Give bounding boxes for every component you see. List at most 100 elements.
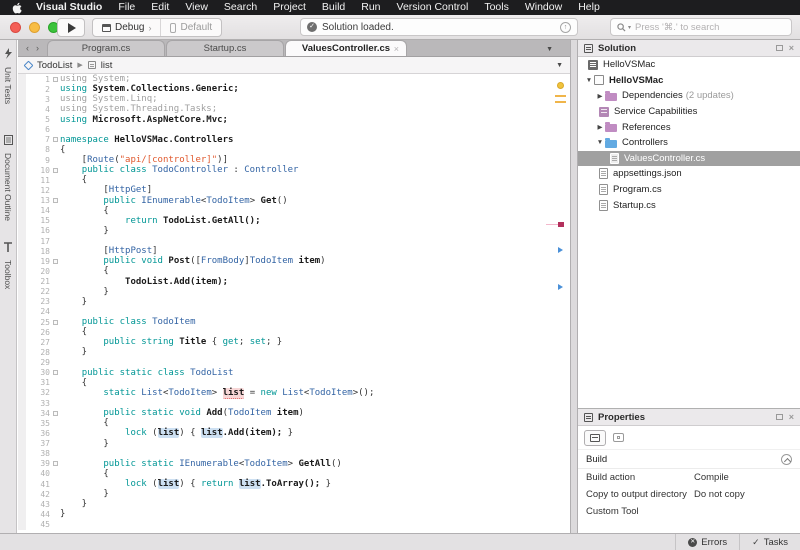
- breakpoint-margin[interactable]: [18, 337, 26, 348]
- tree-item-hellovsmac[interactable]: HelloVSMac: [578, 57, 800, 73]
- bookmark-marker-icon[interactable]: [558, 247, 563, 253]
- events-view-icon[interactable]: [613, 433, 624, 442]
- tree-item-dependencies[interactable]: ▶ Dependencies (2 updates): [578, 88, 800, 104]
- breakpoint-margin[interactable]: [18, 266, 26, 277]
- dock-pad-icon[interactable]: [775, 45, 783, 51]
- panel-splitter[interactable]: [570, 40, 578, 533]
- fold-toggle-icon[interactable]: [52, 461, 58, 467]
- breakpoint-margin[interactable]: [18, 155, 26, 166]
- menu-edit[interactable]: Edit: [143, 0, 177, 15]
- breakpoint-margin[interactable]: [18, 195, 26, 206]
- breakpoint-margin[interactable]: [18, 74, 26, 85]
- tree-item-valuescontroller-cs[interactable]: ValuesController.cs: [578, 150, 800, 167]
- tree-item-startup-cs[interactable]: Startup.cs: [578, 197, 800, 213]
- breakpoint-margin[interactable]: [18, 479, 26, 490]
- tab-program-cs[interactable]: Program.cs: [47, 40, 165, 56]
- configuration-dropdown[interactable]: Debug ›: [93, 19, 162, 36]
- menu-run[interactable]: Run: [353, 0, 388, 15]
- suggestion-marker-icon[interactable]: [557, 82, 564, 89]
- fold-toggle-icon[interactable]: [52, 198, 58, 204]
- breakpoint-margin[interactable]: [18, 256, 26, 267]
- collapse-section-icon[interactable]: [781, 453, 792, 465]
- navigate-forward-icon[interactable]: ›: [36, 43, 39, 53]
- warning-line-marker[interactable]: [555, 101, 566, 103]
- menu-help[interactable]: Help: [570, 0, 608, 15]
- tab-list-dropdown-icon[interactable]: ▼: [546, 46, 570, 56]
- property-value[interactable]: Do not copy: [694, 489, 745, 500]
- breakpoint-margin[interactable]: [18, 104, 26, 115]
- breakpoint-margin[interactable]: [18, 134, 26, 145]
- tab-valuescontroller-cs[interactable]: ValuesController.cs ×: [285, 40, 407, 56]
- breakpoint-margin[interactable]: [18, 114, 26, 125]
- breakpoint-margin[interactable]: [18, 347, 26, 358]
- breakpoint-margin[interactable]: [18, 296, 26, 307]
- breakpoint-margin[interactable]: [18, 438, 26, 449]
- tree-item-controllers[interactable]: ▼ Controllers: [578, 135, 800, 151]
- fold-toggle-icon[interactable]: [52, 137, 58, 143]
- breakpoint-margin[interactable]: [18, 317, 26, 328]
- breakpoint-margin[interactable]: [18, 225, 26, 236]
- breakpoint-margin[interactable]: [18, 489, 26, 500]
- breakpoint-margin[interactable]: [18, 84, 26, 95]
- breakpoint-margin[interactable]: [18, 236, 26, 247]
- breakpoint-margin[interactable]: [18, 408, 26, 419]
- menu-build[interactable]: Build: [314, 0, 353, 15]
- code-editor[interactable]: 1 using System; 2 using System.Collections.…: [18, 74, 570, 533]
- breakpoint-margin[interactable]: [18, 428, 26, 439]
- search-scope-chevron-icon[interactable]: ▾: [628, 24, 631, 31]
- breakpoint-margin[interactable]: [18, 327, 26, 338]
- property-value[interactable]: Compile: [694, 472, 729, 483]
- expander-right-icon[interactable]: ▶: [595, 123, 605, 131]
- breakpoint-margin[interactable]: [18, 468, 26, 479]
- breakpoint-margin[interactable]: [18, 205, 26, 216]
- tree-item-references[interactable]: ▶ References: [578, 119, 800, 135]
- properties-section-header[interactable]: Build: [578, 450, 800, 469]
- tree-item-hellovsmac[interactable]: ▼ HelloVSMac: [578, 73, 800, 89]
- breakpoint-margin[interactable]: [18, 165, 26, 176]
- breakpoint-margin[interactable]: [18, 377, 26, 388]
- error-marker-icon[interactable]: [546, 222, 564, 227]
- breakpoint-margin[interactable]: [18, 94, 26, 105]
- breadcrumb-dropdown-icon[interactable]: ▼: [556, 62, 563, 69]
- close-window-button[interactable]: [10, 22, 21, 33]
- tree-item-program-cs[interactable]: Program.cs: [578, 182, 800, 198]
- breakpoint-margin[interactable]: [18, 185, 26, 196]
- breakpoint-margin[interactable]: [18, 519, 26, 530]
- menu-file[interactable]: File: [110, 0, 143, 15]
- minimize-window-button[interactable]: [29, 22, 40, 33]
- breakpoint-margin[interactable]: [18, 144, 26, 155]
- run-button[interactable]: [57, 18, 85, 37]
- properties-view-button[interactable]: [584, 429, 606, 446]
- pad-tab-document-outline[interactable]: Document Outline: [3, 132, 13, 221]
- fold-toggle-icon[interactable]: [52, 370, 58, 376]
- breakpoint-margin[interactable]: [18, 357, 26, 368]
- menu-search[interactable]: Search: [216, 0, 265, 15]
- breadcrumb-type[interactable]: TodoList: [37, 60, 72, 71]
- tree-item-service-capabilities[interactable]: Service Capabilities: [578, 104, 800, 120]
- breakpoint-margin[interactable]: [18, 499, 26, 510]
- fold-toggle-icon[interactable]: [52, 410, 58, 416]
- warning-line-marker[interactable]: [555, 95, 566, 97]
- menu-project[interactable]: Project: [265, 0, 314, 15]
- breakpoint-margin[interactable]: [18, 418, 26, 429]
- breakpoint-margin[interactable]: [18, 458, 26, 469]
- tab-startup-cs[interactable]: Startup.cs: [166, 40, 284, 56]
- fold-toggle-icon[interactable]: [52, 76, 58, 82]
- tasks-pad-button[interactable]: ✓ Tasks: [739, 534, 800, 550]
- breakpoint-margin[interactable]: [18, 246, 26, 257]
- breakpoint-margin[interactable]: [18, 509, 26, 520]
- fold-toggle-icon[interactable]: [52, 167, 58, 173]
- menu-app-name[interactable]: Visual Studio: [28, 0, 110, 15]
- breakpoint-margin[interactable]: [18, 124, 26, 135]
- breakpoint-margin[interactable]: [18, 367, 26, 378]
- device-dropdown[interactable]: Default: [161, 19, 221, 36]
- close-tab-icon[interactable]: ×: [394, 44, 399, 54]
- apple-menu-icon[interactable]: [10, 2, 24, 14]
- breakpoint-margin[interactable]: [18, 175, 26, 186]
- menu-window[interactable]: Window: [517, 0, 570, 15]
- expander-down-icon[interactable]: ▼: [595, 139, 605, 146]
- tree-item-appsettings-json[interactable]: appsettings.json: [578, 166, 800, 182]
- fold-toggle-icon[interactable]: [52, 319, 58, 325]
- breakpoint-margin[interactable]: [18, 398, 26, 409]
- expander-down-icon[interactable]: ▼: [584, 77, 594, 84]
